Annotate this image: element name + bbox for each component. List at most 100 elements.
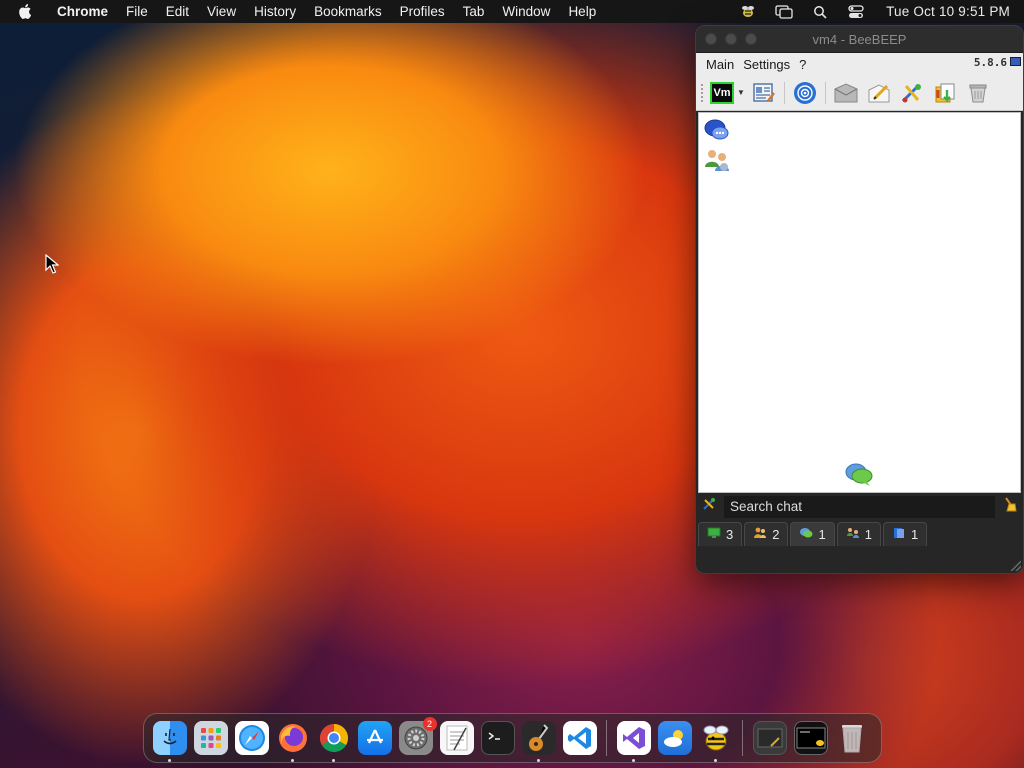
minimize-window-button[interactable] [725,33,737,45]
dock-minimized-window-2[interactable] [793,721,828,755]
minimized-window-thumbnail-icon [757,728,782,748]
spotlight-search-icon[interactable] [810,4,830,20]
groups-icon [846,527,860,542]
screen-mirroring-icon[interactable] [774,4,794,20]
write-note-icon[interactable] [866,80,892,106]
tab-groups[interactable]: 1 [836,522,881,546]
toolbar-grip-handle[interactable] [700,82,704,103]
tab-files[interactable]: 1 [882,522,928,546]
dock-instruments[interactable] [521,721,556,762]
dock-beebeep[interactable] [699,721,733,762]
clear-search-broom-icon[interactable] [1003,496,1017,517]
users-group-icon[interactable] [702,147,732,173]
dock-textedit[interactable] [439,721,474,755]
zoom-window-button[interactable] [745,33,757,45]
dock-trash[interactable] [835,721,869,755]
dock-terminal[interactable] [480,721,515,755]
vscode-icon [567,727,591,749]
start-chat-bubbles-icon[interactable] [844,461,874,487]
running-indicator [291,759,294,762]
menubar-clock[interactable]: Tue Oct 10 9:51 PM [886,4,1010,19]
chat-history-icon[interactable] [932,80,958,106]
dock-visual-studio[interactable] [616,721,651,762]
textedit-page-icon [446,725,467,751]
user-status-badge[interactable]: Vm [710,81,734,104]
dock-system-settings[interactable]: 2 [398,717,437,755]
status-dropdown-arrow-icon[interactable]: ▼ [737,88,745,97]
menu-history[interactable]: History [245,0,305,23]
menu-app-name[interactable]: Chrome [48,0,117,23]
app-store-icon [366,729,383,744]
dock-firefox[interactable] [276,721,310,762]
plugins-icon[interactable] [899,80,925,106]
menu-edit[interactable]: Edit [157,0,198,23]
visual-studio-icon [622,727,645,749]
finder-face-icon [162,728,177,745]
close-window-button[interactable] [705,33,717,45]
files-icon [892,527,906,542]
trash-icon [841,725,862,753]
window-resize-handle[interactable] [1011,561,1021,571]
language-flag-icon [1010,57,1021,66]
dock-separator [606,720,607,756]
edit-profile-icon[interactable] [751,80,777,106]
search-chat-input[interactable] [724,495,995,518]
search-filter-icon[interactable] [702,497,716,516]
tab-chats[interactable]: 1 [790,522,835,546]
menu-main[interactable]: Main [706,57,734,72]
broadcast-icon[interactable] [792,80,818,106]
weather-cloud-sun-icon [663,730,683,747]
window-controls [696,33,757,45]
monitor-icon [707,527,721,542]
notification-badge: 2 [422,717,437,731]
dock-separator [742,720,743,756]
trash-icon[interactable] [965,80,991,106]
minimized-window-thumbnail-icon [796,727,825,749]
tab-contacts[interactable]: 2 [744,522,789,546]
beebeep-tray-icon[interactable] [738,4,758,20]
chat-list-area[interactable] [698,112,1021,493]
users-icon [753,527,767,542]
tab-count: 2 [772,527,780,542]
chrome-icon [319,724,348,752]
dock-vscode[interactable] [562,721,597,755]
mouse-cursor-icon [45,254,59,274]
beebeep-toolbar: Vm ▼ [696,75,1023,111]
menu-view[interactable]: View [198,0,245,23]
menu-file[interactable]: File [117,0,157,23]
dock-minimized-window-1[interactable] [752,721,787,755]
chat-bubbles-icon[interactable] [702,117,732,143]
running-indicator [332,759,335,762]
beebeep-window: vm4 - BeeBEEP Main Settings ? 5.8.6 Vm ▼ [695,25,1024,574]
tab-count: 1 [864,527,872,542]
tab-count: 3 [726,527,734,542]
tab-count: 1 [818,527,826,542]
menu-bookmarks[interactable]: Bookmarks [305,0,391,23]
menu-settings[interactable]: Settings [743,57,790,72]
dock-finder[interactable] [152,721,187,762]
menubar-status-area: Tue Oct 10 9:51 PM [730,4,1024,20]
terminal-prompt-icon [488,732,500,740]
dock-safari[interactable] [234,721,269,755]
menu-help[interactable]: Help [559,0,605,23]
version-label: 5.8.6 [973,56,1007,69]
file-folder-icon[interactable] [833,80,859,106]
menu-help-question[interactable]: ? [799,57,806,72]
dock-app-store[interactable] [357,721,392,755]
dock: 2 [143,713,882,763]
toolbar-separator [783,81,785,104]
apple-menu-icon[interactable] [18,3,34,20]
menu-profiles[interactable]: Profiles [391,0,454,23]
beebeep-titlebar[interactable]: vm4 - BeeBEEP [696,26,1023,53]
menu-window[interactable]: Window [493,0,559,23]
running-indicator [168,759,171,762]
menu-bar: Chrome File Edit View History Bookmarks … [0,0,1024,23]
beebeep-bee-icon [703,725,728,751]
running-indicator [714,759,717,762]
control-center-icon[interactable] [846,4,866,20]
dock-chrome[interactable] [317,721,351,762]
dock-launchpad[interactable] [193,721,228,755]
dock-weather[interactable] [657,721,692,755]
menu-tab[interactable]: Tab [454,0,494,23]
tab-users-online[interactable]: 3 [698,522,743,546]
